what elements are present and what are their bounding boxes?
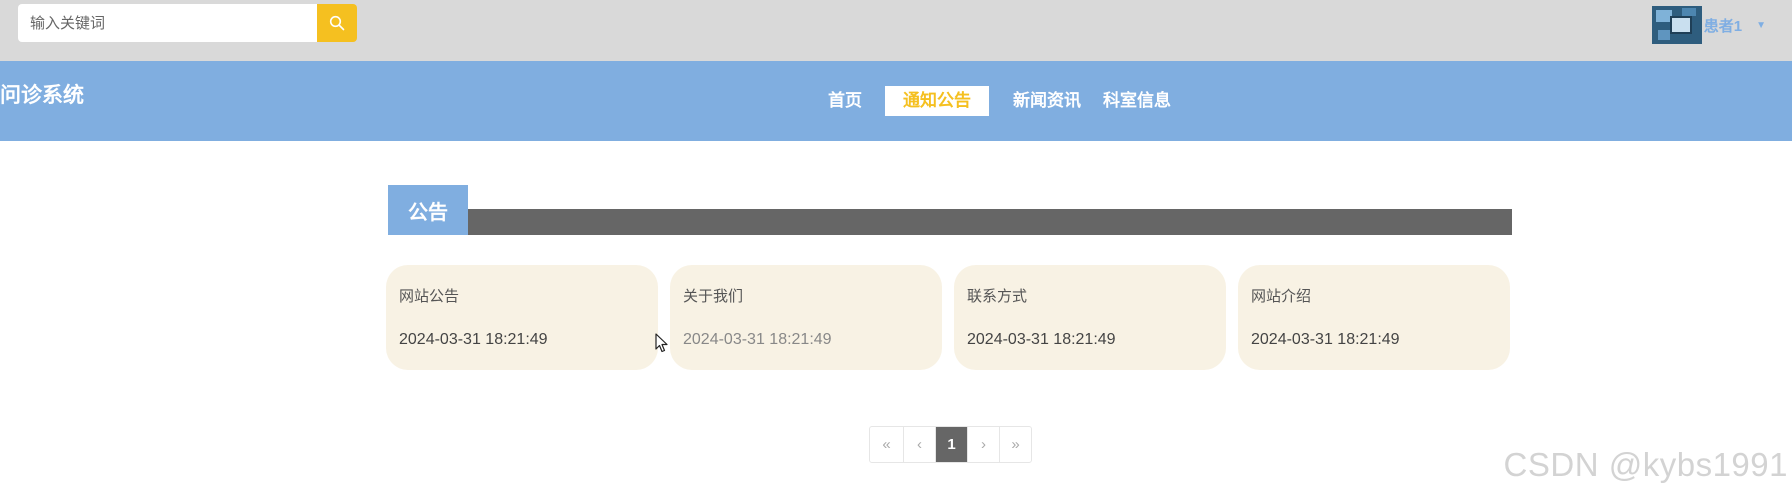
card-title: 网站介绍 [1251, 288, 1312, 305]
pagination: « ‹ 1 › » [869, 426, 1032, 463]
card-title: 网站公告 [399, 288, 460, 305]
site-title: 问诊系统 [0, 84, 84, 107]
user-menu[interactable]: 患者1 ▼ [1651, 6, 1766, 44]
notice-card[interactable]: 关于我们 2024-03-31 18:21:49 [670, 265, 942, 370]
first-page-button[interactable]: « [870, 427, 903, 462]
top-bar: 患者1 ▼ [0, 0, 1792, 61]
card-date: 2024-03-31 18:21:49 [1251, 331, 1400, 348]
chevron-down-icon[interactable]: ▼ [1756, 20, 1766, 31]
next-page-button[interactable]: › [967, 427, 999, 462]
avatar[interactable] [1651, 6, 1702, 44]
card-title: 联系方式 [967, 288, 1028, 305]
watermark: CSDN @kybs1991 [1503, 446, 1788, 483]
main-nav: 问诊系统 首页 通知公告 新闻资讯 科室信息 [0, 61, 1792, 141]
search-icon [329, 15, 345, 31]
card-title: 关于我们 [683, 288, 744, 305]
section-title: 公告 [388, 185, 468, 235]
search-input[interactable] [18, 4, 317, 42]
section-divider [468, 209, 1512, 235]
username[interactable]: 患者1 [1704, 15, 1742, 36]
nav-item-notices[interactable]: 通知公告 [885, 86, 989, 116]
section-header: 公告 [388, 185, 1512, 235]
nav-item-news[interactable]: 新闻资讯 [1013, 86, 1081, 116]
search-button[interactable] [317, 4, 357, 42]
notice-card[interactable]: 网站公告 2024-03-31 18:21:49 [386, 265, 658, 370]
prev-page-button[interactable]: ‹ [903, 427, 935, 462]
card-date: 2024-03-31 18:21:49 [399, 331, 548, 348]
mouse-cursor-icon [655, 333, 668, 353]
page-number-button[interactable]: 1 [935, 427, 967, 462]
card-date: 2024-03-31 18:21:49 [683, 331, 832, 348]
notice-card[interactable]: 网站介绍 2024-03-31 18:21:49 [1238, 265, 1510, 370]
last-page-button[interactable]: » [999, 427, 1031, 462]
nav-item-departments[interactable]: 科室信息 [1103, 86, 1171, 116]
notice-card[interactable]: 联系方式 2024-03-31 18:21:49 [954, 265, 1226, 370]
card-date: 2024-03-31 18:21:49 [967, 331, 1116, 348]
nav-item-home[interactable]: 首页 [828, 86, 862, 116]
